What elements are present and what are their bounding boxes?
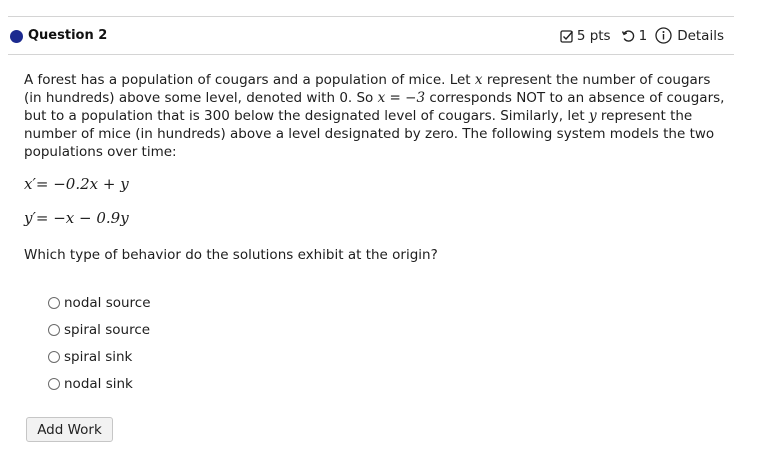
option-nodal-source[interactable]: nodal source xyxy=(48,289,151,316)
inline-equation: x = −3 xyxy=(377,90,426,106)
problem-text: A forest has a population of cougars and… xyxy=(24,71,729,161)
question-status-dot xyxy=(10,30,23,43)
header-divider xyxy=(8,54,734,55)
variable-y: y xyxy=(588,108,597,124)
radio-button[interactable] xyxy=(48,323,60,336)
details-link[interactable]: Details xyxy=(677,28,724,44)
radio-button[interactable] xyxy=(48,296,60,309)
option-label: nodal source xyxy=(64,294,151,311)
question-meta: 5 pts 1 Details xyxy=(560,27,724,44)
option-nodal-sink[interactable]: nodal sink xyxy=(48,370,151,397)
checkbox-edit-icon xyxy=(560,29,574,43)
info-icon[interactable] xyxy=(655,27,672,44)
equation-x-prime: x′= −0.2x + y xyxy=(24,175,129,193)
option-spiral-source[interactable]: spiral source xyxy=(48,316,151,343)
retry-icon xyxy=(621,29,635,43)
option-label: spiral source xyxy=(64,321,151,338)
problem-statement: A forest has a population of cougars and… xyxy=(24,71,729,161)
attempts-count: 1 xyxy=(638,27,648,44)
option-label: spiral sink xyxy=(64,348,133,365)
points-value: 5 pts xyxy=(576,27,611,44)
add-work-button[interactable]: Add Work xyxy=(26,417,113,442)
equation-y-prime: y′= −x − 0.9y xyxy=(24,209,129,227)
problem-text-part-1: A forest has a population of cougars and… xyxy=(24,72,475,88)
radio-button[interactable] xyxy=(48,350,60,363)
option-label: nodal sink xyxy=(64,375,133,392)
variable-x: x xyxy=(474,72,483,88)
answer-options: nodal source spiral source spiral sink n… xyxy=(48,289,151,397)
question-prompt: Which type of behavior do the solutions … xyxy=(24,247,438,263)
radio-button[interactable] xyxy=(48,377,60,390)
question-title: Question 2 xyxy=(28,28,108,43)
question-header: Question 2 5 pts 1 Details xyxy=(8,17,734,55)
option-spiral-sink[interactable]: spiral sink xyxy=(48,343,151,370)
